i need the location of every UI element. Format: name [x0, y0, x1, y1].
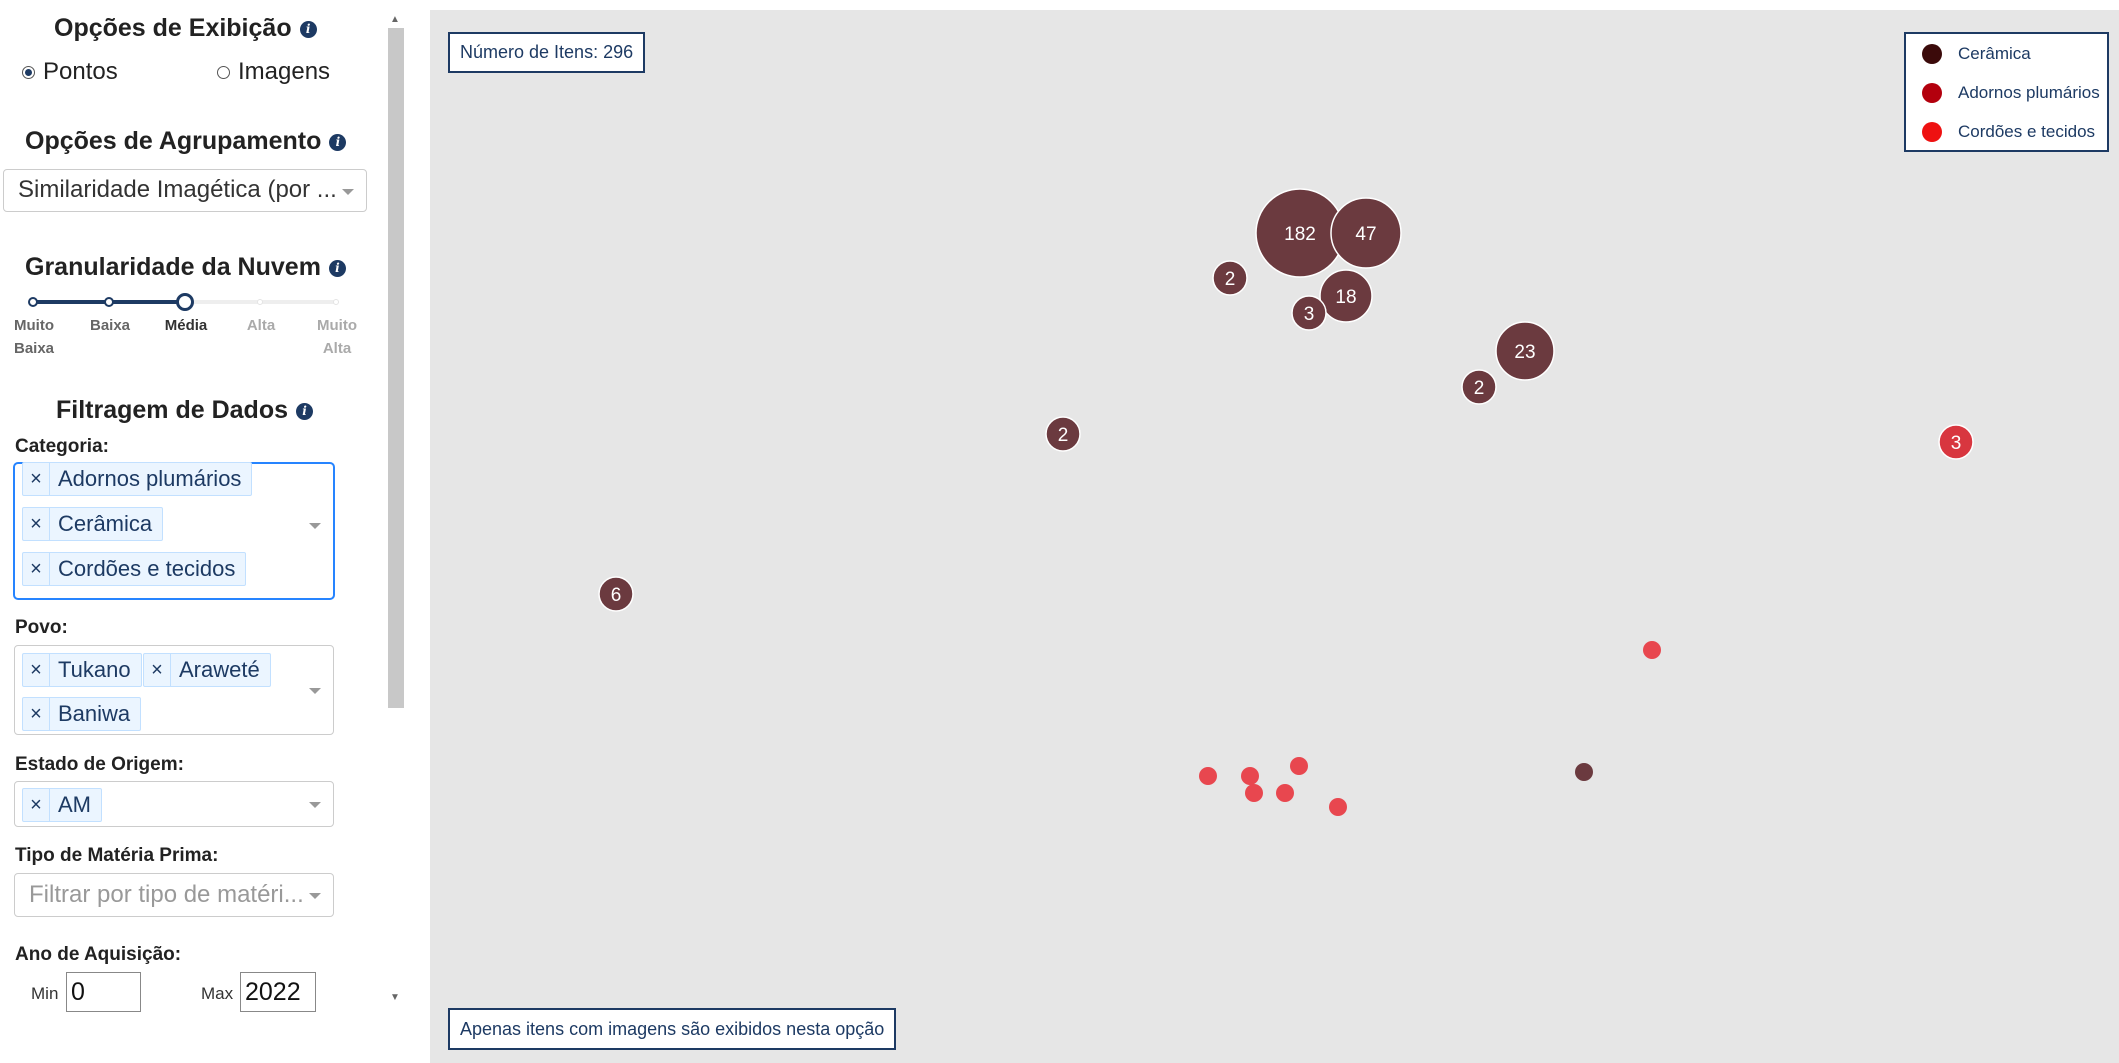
svg-text:47: 47	[1355, 224, 1376, 245]
slider-mark[interactable]	[104, 297, 114, 307]
legend-item: Cerâmica	[1922, 44, 2031, 64]
granularity-label[interactable]: Alta	[230, 314, 292, 337]
remove-tag-icon[interactable]: ×	[23, 789, 50, 821]
data-point[interactable]	[1276, 784, 1294, 802]
grouping-options-title: Opções de Agrupamento i	[25, 127, 347, 156]
cluster-plot: 182 47 18 2 3 23 2 2 6 3 Número de Itens…	[430, 10, 2119, 1063]
info-icon[interactable]: i	[328, 260, 346, 277]
ano-max-label: Max	[201, 984, 234, 1003]
materia-placeholder: Filtrar por tipo de matéri...	[29, 881, 304, 908]
ano-min-label: Min	[31, 984, 59, 1003]
ano-label: Ano de Aquisição:	[15, 944, 182, 965]
granularity-label[interactable]: Muito Alta	[306, 314, 368, 360]
remove-tag-icon[interactable]: ×	[23, 553, 50, 585]
chevron-down-icon	[309, 893, 321, 899]
chevron-down-icon	[309, 688, 321, 694]
data-point[interactable]	[1245, 784, 1263, 802]
svg-text:6: 6	[611, 585, 622, 606]
data-point[interactable]	[1241, 767, 1259, 785]
footer-note-box: Apenas itens com imagens são exibidos ne…	[448, 1008, 897, 1050]
chevron-down-icon	[309, 802, 321, 808]
grouping-select[interactable]: Similaridade Imagética (por ...	[3, 169, 367, 212]
svg-text:3: 3	[1951, 433, 1962, 454]
remove-tag-icon[interactable]: ×	[144, 654, 171, 686]
svg-text:2: 2	[1058, 425, 1069, 446]
legend-swatch	[1922, 122, 1942, 142]
cluster-bubble[interactable]: 6	[598, 576, 634, 612]
scroll-down-icon[interactable]: ▼	[390, 992, 400, 1003]
svg-text:2: 2	[1225, 269, 1236, 290]
povo-tag: × Baniwa	[22, 697, 142, 731]
radio-imagens[interactable]: Imagens	[217, 58, 330, 86]
povo-tag: × Araweté	[143, 653, 271, 687]
povo-tag: × Tukano	[22, 653, 142, 687]
cluster-bubble[interactable]: 23	[1495, 321, 1555, 381]
cluster-bubble[interactable]: 2	[1212, 260, 1248, 296]
granularity-label[interactable]: Muito Baixa	[3, 314, 65, 360]
cluster-bubble[interactable]: 47	[1330, 197, 1402, 269]
legend-item: Adornos plumários	[1922, 83, 2100, 103]
chevron-down-icon	[309, 523, 321, 529]
cluster-bubble[interactable]: 2	[1045, 416, 1081, 452]
legend-item: Cordões e tecidos	[1922, 122, 2095, 142]
ano-min-input[interactable]: 0	[66, 972, 141, 1012]
cluster-bubble[interactable]: 2	[1461, 369, 1497, 405]
slider-handle[interactable]	[176, 293, 194, 311]
remove-tag-icon[interactable]: ×	[23, 463, 50, 495]
categoria-tag: × Cerâmica	[22, 507, 164, 541]
data-point[interactable]	[1329, 798, 1347, 816]
svg-text:182: 182	[1284, 224, 1316, 245]
data-point[interactable]	[1290, 757, 1308, 775]
estado-tag: × AM	[22, 788, 102, 822]
categoria-label: Categoria:	[15, 436, 109, 457]
granularity-label-selected[interactable]: Média	[155, 314, 217, 337]
materia-select[interactable]: Filtrar por tipo de matéri...	[14, 873, 334, 917]
svg-text:2: 2	[1474, 378, 1485, 399]
display-options-title: Opções de Exibição i	[54, 14, 317, 43]
legend-swatch	[1922, 83, 1942, 103]
slider-mark[interactable]	[28, 297, 38, 307]
sidebar: Opções de Exibição i Pontos Imagens Opçõe…	[0, 0, 410, 1063]
remove-tag-icon[interactable]: ×	[23, 508, 50, 540]
sidebar-scrollbar-thumb[interactable]	[388, 28, 404, 708]
povo-label: Povo:	[15, 617, 68, 638]
radio-unselected-icon	[217, 65, 230, 79]
cluster-plot-svg: 182 47 18 2 3 23 2 2 6 3	[598, 188, 1974, 816]
data-point[interactable]	[1643, 641, 1661, 659]
remove-tag-icon[interactable]: ×	[23, 654, 50, 686]
svg-text:3: 3	[1304, 304, 1315, 325]
data-point[interactable]	[1575, 763, 1593, 781]
cluster-bubble[interactable]: 18	[1319, 269, 1373, 323]
info-icon[interactable]: i	[329, 134, 347, 151]
remove-tag-icon[interactable]: ×	[23, 698, 50, 730]
categoria-tag: × Adornos plumários	[22, 462, 253, 496]
chevron-down-icon	[342, 189, 354, 195]
radio-pontos[interactable]: Pontos	[22, 58, 118, 86]
cluster-bubble[interactable]: 3	[1291, 295, 1327, 331]
svg-text:18: 18	[1335, 287, 1356, 308]
categoria-tag: × Cordões e tecidos	[22, 552, 247, 586]
slider-mark[interactable]	[257, 299, 263, 305]
granularity-label[interactable]: Baixa	[79, 314, 141, 337]
granularity-title: Granularidade da Nuvem i	[25, 253, 346, 282]
ano-max-input[interactable]: 2022	[240, 972, 316, 1012]
info-icon[interactable]: i	[299, 21, 317, 38]
item-count-box: Número de Itens: 296	[448, 32, 646, 73]
svg-text:23: 23	[1514, 342, 1535, 363]
data-point[interactable]	[1199, 767, 1217, 785]
info-icon[interactable]: i	[296, 403, 313, 420]
scroll-up-icon[interactable]: ▲	[390, 14, 400, 25]
legend: Cerâmica Adornos plumários Cordões e tec…	[1904, 32, 2109, 152]
estado-label: Estado de Origem:	[15, 754, 184, 775]
legend-swatch	[1922, 44, 1942, 64]
slider-mark[interactable]	[333, 299, 339, 305]
filtering-title: Filtragem de Dados i	[56, 396, 313, 425]
radio-selected-icon	[22, 65, 35, 79]
cluster-bubble[interactable]: 3	[1938, 424, 1974, 460]
materia-label: Tipo de Matéria Prima:	[15, 845, 219, 866]
